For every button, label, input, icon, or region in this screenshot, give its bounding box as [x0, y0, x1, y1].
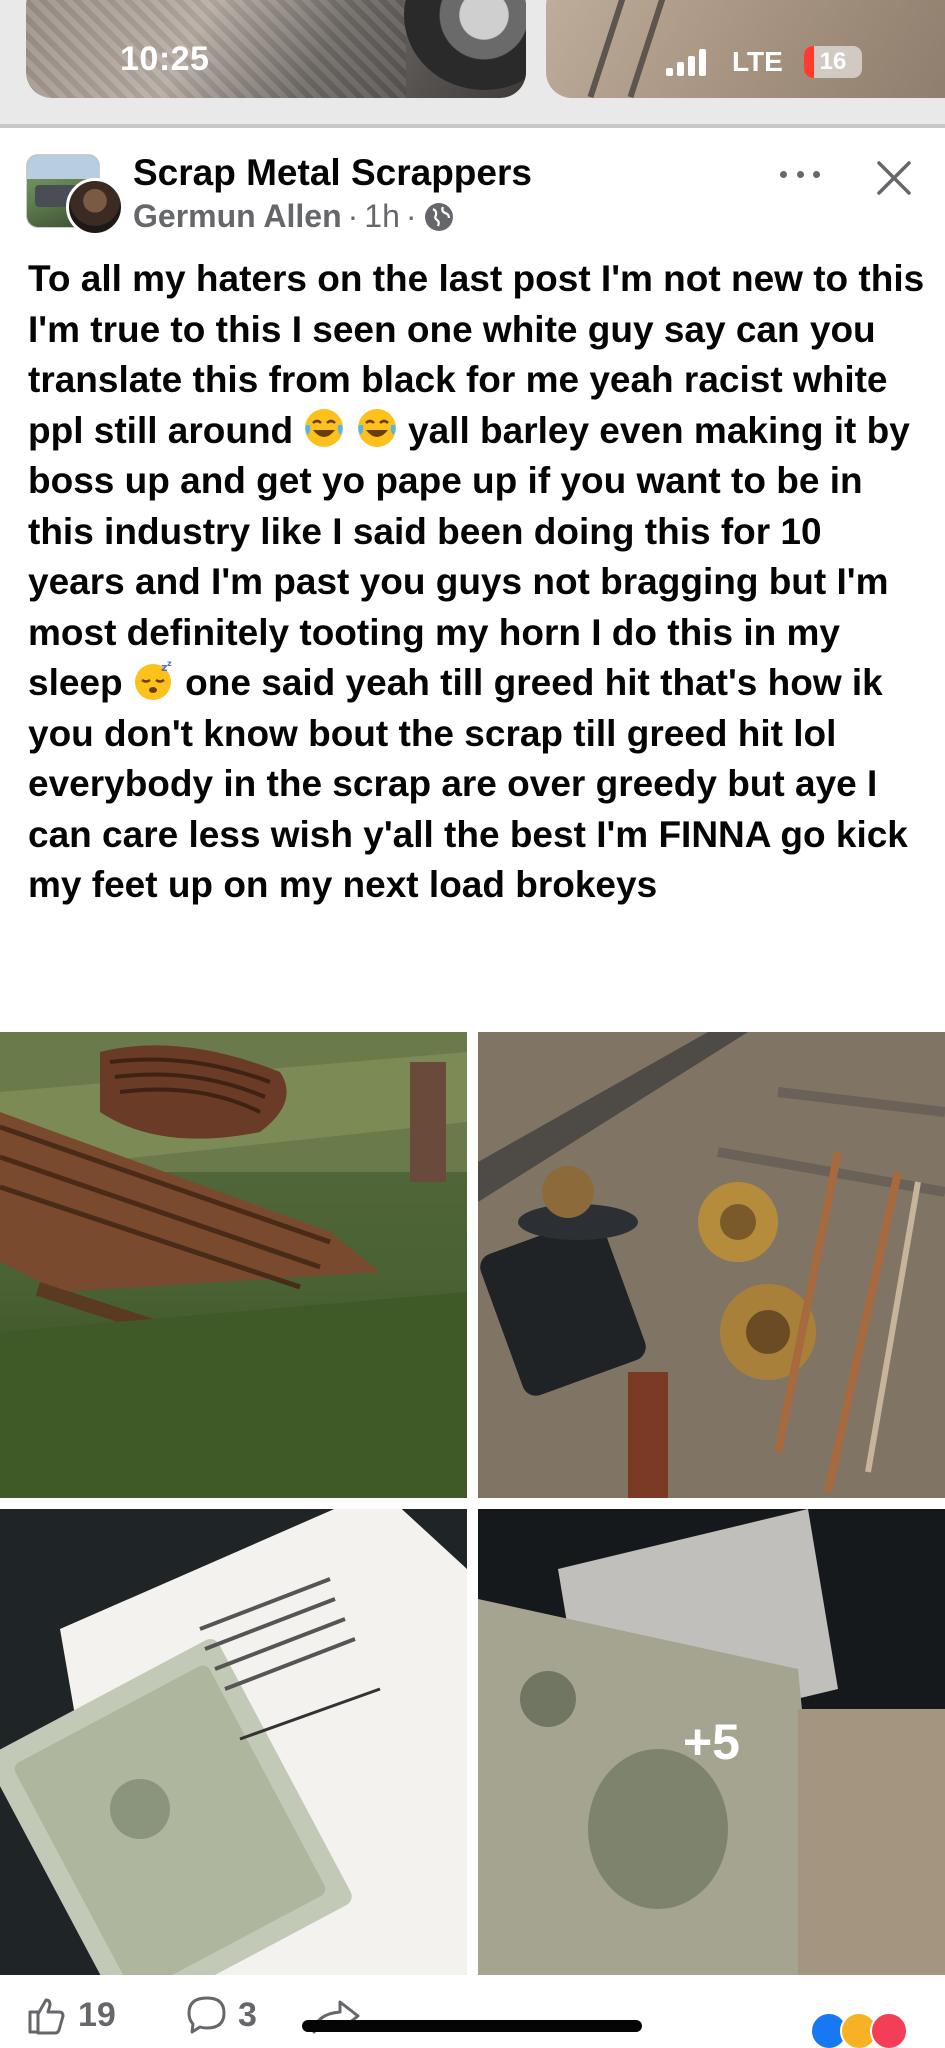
- meta-separator: ·: [405, 198, 417, 234]
- post-actions: 19 3: [0, 1986, 945, 2048]
- laughing-tears-emoji: [357, 408, 396, 447]
- post-photo-receipt[interactable]: [0, 1509, 467, 1975]
- author-name[interactable]: Germun Allen: [133, 198, 342, 235]
- previous-post-photo-left[interactable]: [26, 0, 526, 98]
- status-time: 10:25: [120, 40, 210, 78]
- signal-icon: [666, 48, 708, 76]
- like-count: 19: [78, 1995, 116, 2034]
- thumbs-up-icon: [28, 1998, 65, 2035]
- group-name[interactable]: Scrap Metal Scrappers: [133, 152, 532, 194]
- post-photo-scrap-meters[interactable]: [478, 1032, 945, 1498]
- sleeping-emoji: zz: [134, 659, 172, 700]
- comment-count: 3: [238, 1995, 257, 2034]
- laughing-tears-emoji: [305, 408, 344, 447]
- close-icon[interactable]: [874, 158, 914, 198]
- post-divider: [0, 124, 945, 128]
- post-text: To all my haters on the last post I'm no…: [28, 254, 928, 911]
- post-photo-trailer[interactable]: [0, 1032, 467, 1498]
- more-photos-overlay[interactable]: +5: [478, 1509, 945, 1975]
- reaction-icons[interactable]: [810, 2012, 945, 2048]
- author-avatar[interactable]: [66, 178, 124, 236]
- post-meta: Germun Allen · 1h ·: [133, 198, 455, 235]
- comment-button[interactable]: 3: [186, 1994, 257, 2036]
- post-time[interactable]: 1h: [364, 198, 400, 235]
- battery-icon: 16: [804, 46, 862, 78]
- love-reaction-icon: [870, 2012, 908, 2048]
- battery-level: 16: [819, 48, 847, 75]
- meta-separator: ·: [347, 198, 359, 234]
- post-photo-cash[interactable]: +5: [478, 1509, 945, 1975]
- network-label: LTE: [732, 46, 783, 77]
- home-indicator[interactable]: [302, 2020, 642, 2032]
- post-header: Scrap Metal Scrappers Germun Allen · 1h …: [0, 146, 945, 246]
- status-bar: 10:25 LTE 16: [0, 0, 945, 128]
- like-button[interactable]: 19: [26, 1994, 116, 2036]
- more-options-icon[interactable]: [780, 154, 820, 194]
- globe-icon: [424, 202, 453, 231]
- comment-icon: [187, 1996, 226, 2034]
- svg-text:z: z: [167, 659, 172, 668]
